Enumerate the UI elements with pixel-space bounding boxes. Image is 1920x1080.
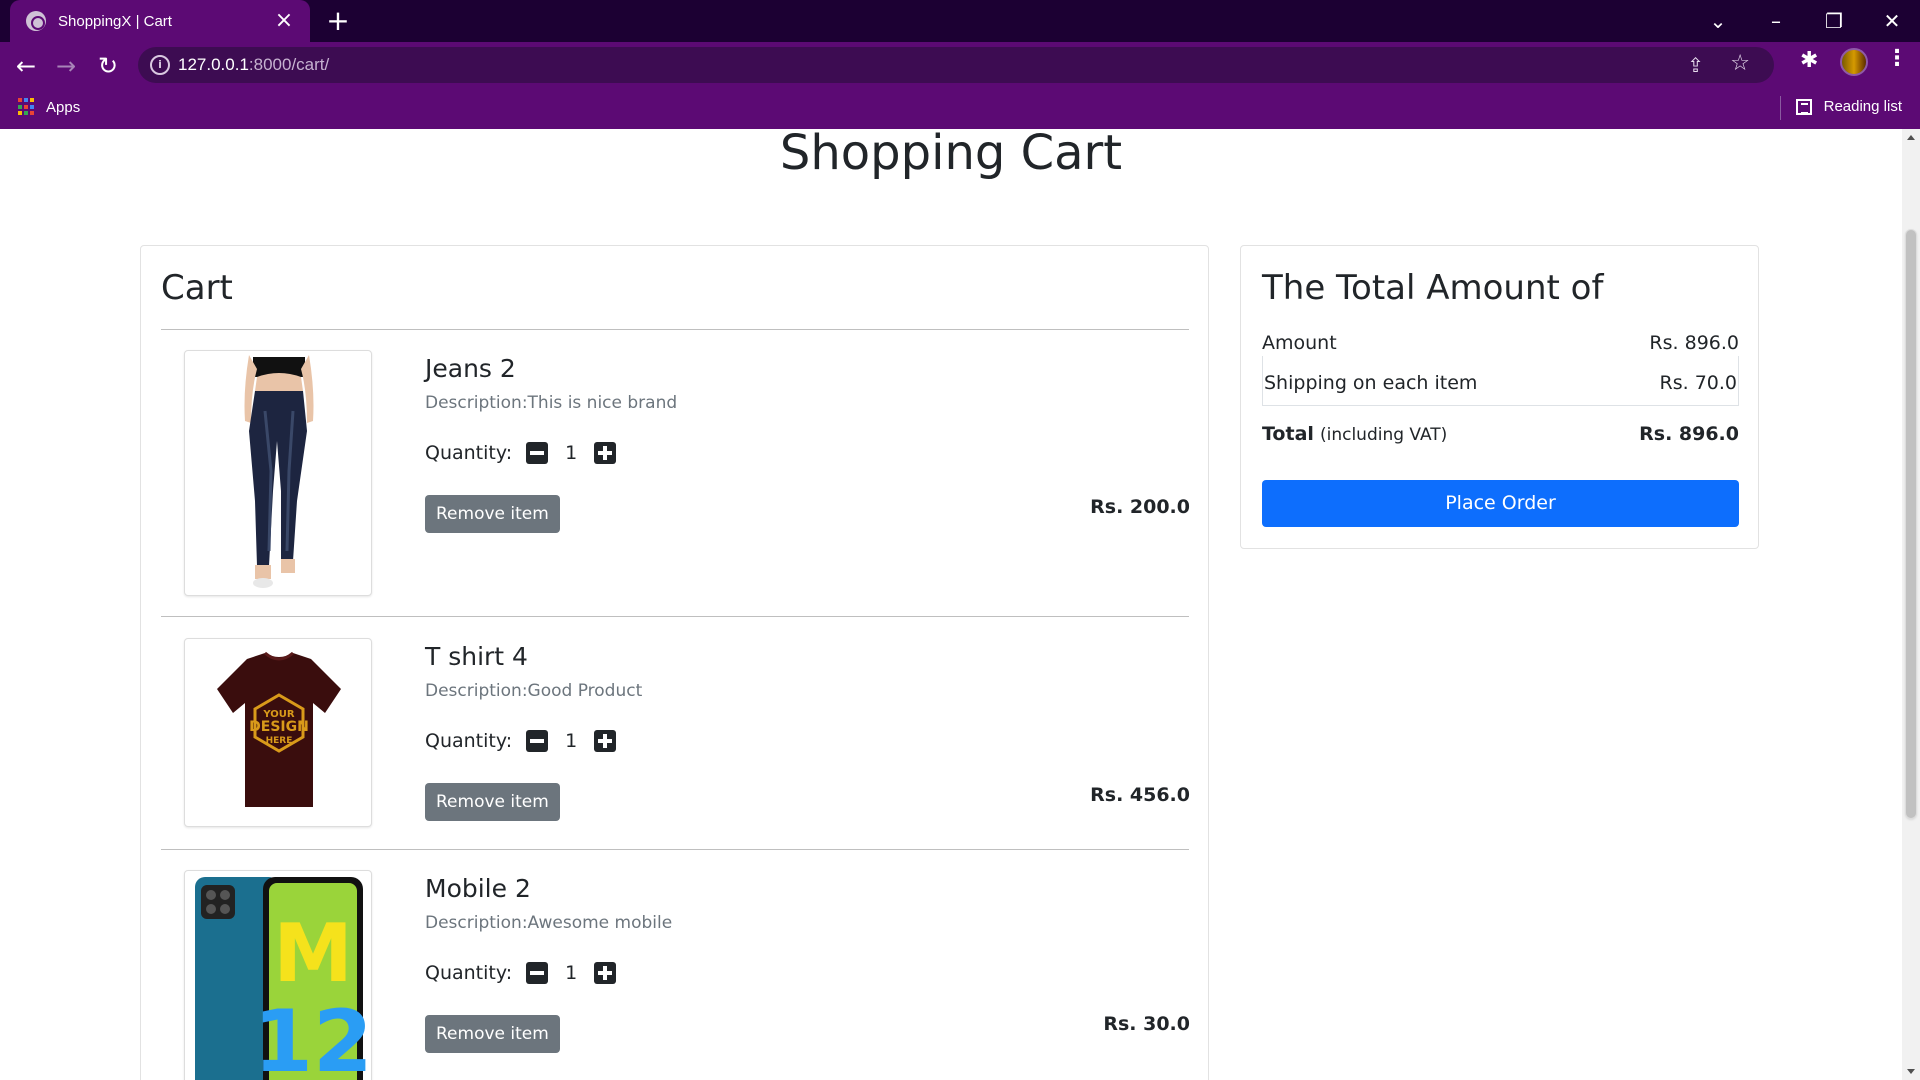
item-description: Description:Good Product xyxy=(425,681,643,701)
total-row: Total (including VAT) Rs. 896.0 xyxy=(1262,423,1739,445)
reading-list-icon xyxy=(1795,98,1812,115)
new-tab-button[interactable]: + xyxy=(323,6,353,36)
url-path: :8000/cart/ xyxy=(248,55,330,74)
cart-heading: Cart xyxy=(161,268,233,308)
tab-active[interactable]: ShoppingX | Cart × xyxy=(10,0,310,42)
address-bar[interactable]: i 127.0.0.1:8000/cart/ ⇪ ☆ xyxy=(138,47,1774,83)
summary-heading: The Total Amount of xyxy=(1262,268,1604,308)
product-image-mobile[interactable]: M 12 xyxy=(184,870,372,1080)
bookmarks-bar: Apps Reading list xyxy=(0,88,1920,129)
back-icon[interactable]: ← xyxy=(10,50,42,82)
reload-icon[interactable]: ↻ xyxy=(92,50,124,82)
tab-title: ShoppingX | Cart xyxy=(58,12,172,30)
increase-quantity-button[interactable] xyxy=(594,962,617,984)
shipping-row: Shipping on each item Rs. 70.0 xyxy=(1264,372,1737,394)
amount-value: Rs. 896.0 xyxy=(1649,332,1739,354)
remove-item-button[interactable]: Remove item xyxy=(425,783,560,821)
item-price: Rs. 200.0 xyxy=(1090,496,1190,518)
svg-text:DESIGN: DESIGN xyxy=(249,719,309,735)
apps-grid-icon xyxy=(18,98,36,116)
tab-strip: ShoppingX | Cart × + ⌄ – ❐ ✕ xyxy=(0,0,1920,42)
bookmarks-divider xyxy=(1780,96,1781,120)
quantity-value: 1 xyxy=(565,730,578,752)
decrease-quantity-button[interactable] xyxy=(526,442,549,464)
browser-chrome: ShoppingX | Cart × + ⌄ – ❐ ✕ ← → ↻ i 127… xyxy=(0,0,1920,129)
minimize-button[interactable]: – xyxy=(1748,0,1804,42)
url-text: 127.0.0.1:8000/cart/ xyxy=(178,55,329,75)
site-info-icon[interactable]: i xyxy=(150,55,170,75)
menu-kebab-icon[interactable]: ⋮ xyxy=(1886,46,1908,71)
cart-card: Cart Jeans 2 Description:This is nice br… xyxy=(140,245,1209,1080)
site-favicon-icon xyxy=(26,11,46,31)
profile-avatar[interactable] xyxy=(1840,48,1868,76)
close-window-button[interactable]: ✕ xyxy=(1864,0,1920,42)
svg-text:12: 12 xyxy=(253,992,372,1080)
quantity-value: 1 xyxy=(565,962,578,984)
product-image-tshirt[interactable]: YOUR DESIGN HERE xyxy=(184,638,372,827)
increase-quantity-button[interactable] xyxy=(594,730,617,752)
quantity-label: Quantity: xyxy=(425,442,513,464)
restore-button[interactable]: ❐ xyxy=(1806,0,1862,42)
remove-item-button[interactable]: Remove item xyxy=(425,1015,560,1053)
forward-icon[interactable]: → xyxy=(50,50,82,82)
amount-label: Amount xyxy=(1262,332,1337,354)
quantity-stepper: Quantity: 1 xyxy=(425,962,630,984)
scroll-up-arrow-icon[interactable] xyxy=(1907,135,1915,140)
page-viewport: Shopping Cart Cart Jeans 2 Description:T… xyxy=(0,129,1902,1080)
item-name: Mobile 2 xyxy=(425,874,531,903)
scroll-down-arrow-icon[interactable] xyxy=(1907,1069,1915,1074)
decrease-quantity-button[interactable] xyxy=(526,730,549,752)
order-summary-card: The Total Amount of Amount Rs. 896.0 Shi… xyxy=(1240,245,1759,549)
browser-toolbar: ← → ↻ i 127.0.0.1:8000/cart/ ⇪ ☆ ✱ ⋮ xyxy=(0,42,1920,88)
apps-label: Apps xyxy=(46,98,81,116)
svg-text:HERE: HERE xyxy=(266,736,293,746)
apps-shortcut[interactable]: Apps xyxy=(18,98,80,116)
item-price: Rs. 30.0 xyxy=(1103,1013,1190,1035)
page-title: Shopping Cart xyxy=(779,129,1123,181)
item-description: Description:Awesome mobile xyxy=(425,913,673,933)
item-name: T shirt 4 xyxy=(425,642,528,671)
total-sub-label: (including VAT) xyxy=(1319,425,1448,445)
quantity-label: Quantity: xyxy=(425,962,513,984)
item-price: Rs. 456.0 xyxy=(1090,784,1190,806)
decrease-quantity-button[interactable] xyxy=(526,962,549,984)
page-scrollbar[interactable] xyxy=(1902,129,1920,1080)
remove-item-button[interactable]: Remove item xyxy=(425,495,560,533)
divider xyxy=(161,616,1189,617)
product-image-jeans[interactable] xyxy=(184,350,372,596)
close-tab-icon[interactable]: × xyxy=(272,9,296,33)
share-icon[interactable]: ⇪ xyxy=(1687,53,1704,77)
reading-list-label: Reading list xyxy=(1823,98,1902,115)
scrollbar-thumb[interactable] xyxy=(1905,229,1917,819)
bookmark-star-icon[interactable]: ☆ xyxy=(1730,51,1750,76)
quantity-label: Quantity: xyxy=(425,730,513,752)
shipping-value: Rs. 70.0 xyxy=(1659,372,1737,394)
extensions-icon[interactable]: ✱ xyxy=(1800,48,1818,73)
total-label: Total xyxy=(1262,423,1314,445)
total-value: Rs. 896.0 xyxy=(1639,423,1739,445)
increase-quantity-button[interactable] xyxy=(594,442,617,464)
quantity-value: 1 xyxy=(565,442,578,464)
divider xyxy=(161,329,1189,330)
divider xyxy=(161,849,1189,850)
quantity-stepper: Quantity: 1 xyxy=(425,730,630,752)
quantity-stepper: Quantity: 1 xyxy=(425,442,630,464)
url-host: 127.0.0.1 xyxy=(178,55,249,74)
shipping-label: Shipping on each item xyxy=(1264,372,1478,394)
item-name: Jeans 2 xyxy=(425,354,516,383)
place-order-button[interactable]: Place Order xyxy=(1262,480,1739,527)
tab-search-icon[interactable]: ⌄ xyxy=(1690,0,1746,42)
amount-row: Amount Rs. 896.0 xyxy=(1262,332,1739,354)
reading-list-button[interactable]: Reading list xyxy=(1795,98,1902,115)
svg-text:M: M xyxy=(273,907,353,1000)
item-description: Description:This is nice brand xyxy=(425,393,678,413)
